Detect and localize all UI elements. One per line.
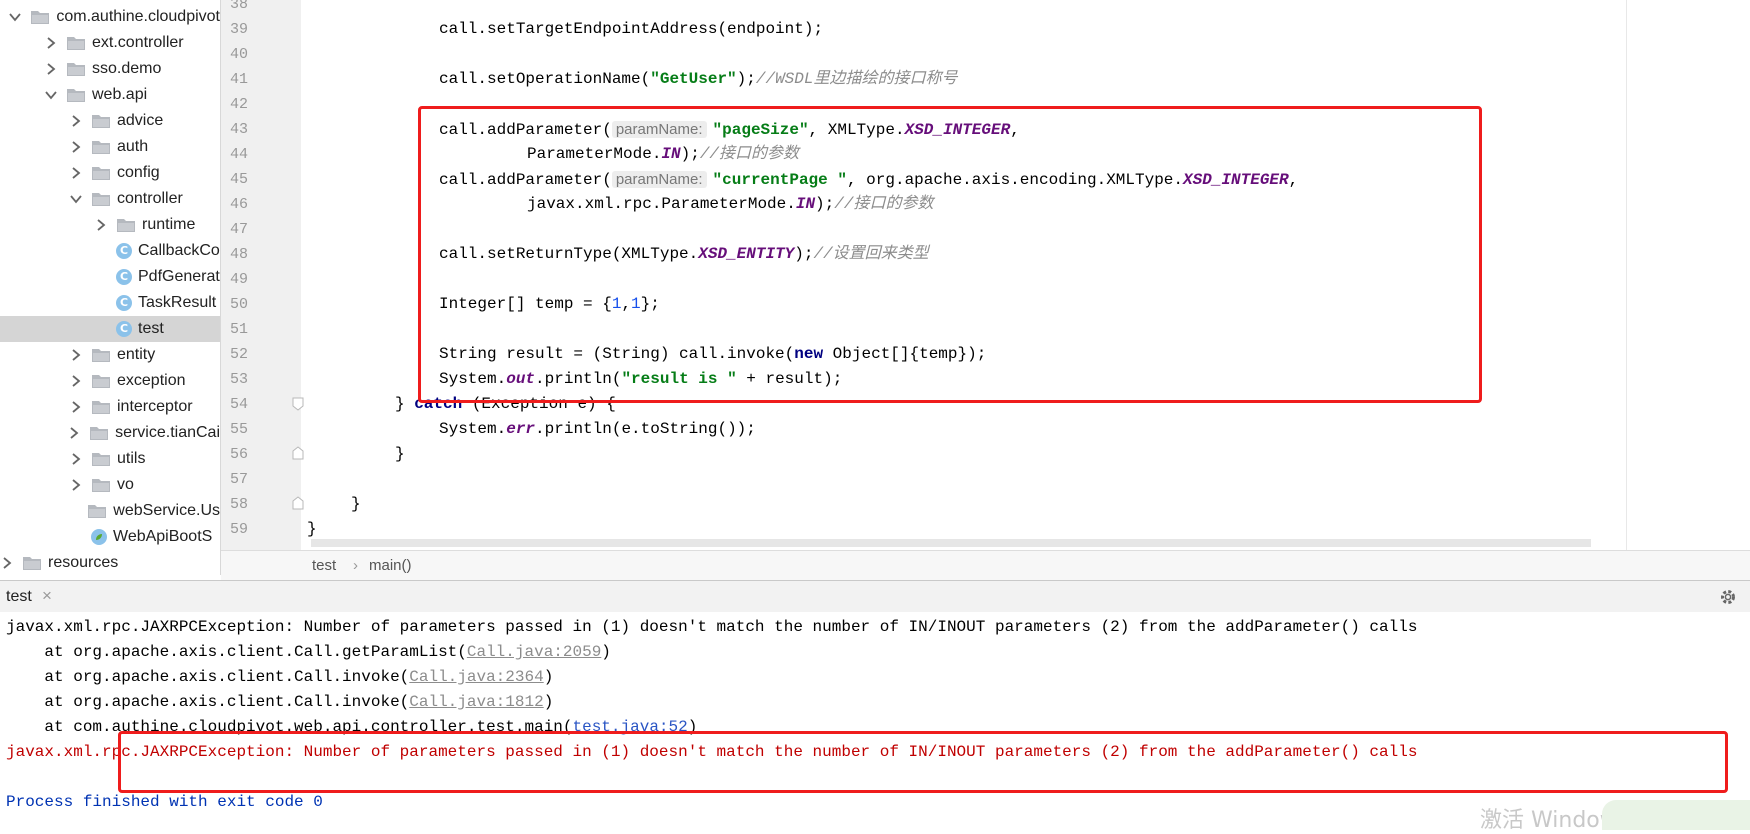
run-panel-header: test × bbox=[0, 580, 1750, 614]
folder-icon bbox=[22, 555, 42, 571]
tree-item[interactable]: resources bbox=[0, 550, 220, 575]
line-number: 41 bbox=[229, 71, 248, 88]
code-line-54: } catch (Exception e) { bbox=[395, 395, 616, 413]
horizontal-scrollbar[interactable] bbox=[311, 539, 1591, 547]
code-line-56: } bbox=[395, 445, 405, 463]
chevron-right-icon[interactable] bbox=[0, 556, 14, 570]
gear-icon[interactable] bbox=[1719, 588, 1737, 606]
tree-item-label: resources bbox=[48, 554, 119, 571]
close-tab-icon[interactable]: × bbox=[42, 586, 52, 606]
param-hint: paramName: bbox=[611, 171, 707, 188]
console-exit-line: Process finished with exit code 0 bbox=[6, 793, 323, 811]
stack-trace-link[interactable]: Call.java:2059 bbox=[467, 643, 601, 661]
code-line-48: call.setReturnType(XMLType.XSD_ENTITY);/… bbox=[439, 245, 929, 263]
line-number: 50 bbox=[229, 296, 248, 313]
watermark-badge bbox=[1602, 800, 1750, 830]
line-number: 38 bbox=[229, 0, 248, 13]
code-line-44: ParameterMode.IN);//接口的参数 bbox=[527, 145, 800, 163]
console-line: at org.apache.axis.client.Call.invoke(Ca… bbox=[6, 668, 554, 686]
line-number: 54 bbox=[229, 396, 248, 413]
line-number: 39 bbox=[229, 21, 248, 38]
line-number: 51 bbox=[229, 321, 248, 338]
console-line: at org.apache.axis.client.Call.getParamL… bbox=[6, 643, 611, 661]
line-number: 40 bbox=[229, 46, 248, 63]
code-editor[interactable]: call.setTargetEndpointAddress(endpoint);… bbox=[301, 0, 1750, 550]
code-line-55: System.err.println(e.toString()); bbox=[439, 420, 756, 438]
code-line-41: call.setOperationName("GetUser");//WSDL里… bbox=[439, 70, 958, 88]
line-number: 48 bbox=[229, 246, 248, 263]
line-number: 49 bbox=[229, 271, 248, 288]
line-number: 59 bbox=[229, 521, 248, 538]
console-line: javax.xml.rpc.JAXRPCException: Number of… bbox=[6, 618, 1418, 636]
line-number: 55 bbox=[229, 421, 248, 438]
code-line-50: Integer[] temp = {1,1}; bbox=[439, 295, 660, 313]
code-line-53: System.out.println("result is " + result… bbox=[439, 370, 843, 388]
console-error-line: javax.xml.rpc.JAXRPCException: Number of… bbox=[6, 743, 1418, 761]
code-line-58: } bbox=[351, 495, 361, 513]
code-line-52: String result = (String) call.invoke(new… bbox=[439, 345, 987, 363]
code-line-39: call.setTargetEndpointAddress(endpoint); bbox=[439, 20, 824, 38]
fold-marker-icon[interactable] bbox=[292, 496, 304, 510]
line-number: 43 bbox=[229, 121, 248, 138]
fold-marker-icon[interactable] bbox=[292, 446, 304, 460]
stack-trace-link[interactable]: test.java:52 bbox=[573, 718, 688, 736]
breadcrumb-method[interactable]: main() bbox=[369, 557, 412, 574]
line-number: 46 bbox=[229, 196, 248, 213]
code-line-46: javax.xml.rpc.ParameterMode.IN);//接口的参数 bbox=[527, 195, 934, 213]
console-line: at com.authine.cloudpivot.web.api.contro… bbox=[6, 718, 698, 736]
breadcrumb: test › main() bbox=[221, 550, 1750, 580]
console-line: at org.apache.axis.client.Call.invoke(Ca… bbox=[6, 693, 554, 711]
breadcrumb-separator: › bbox=[353, 557, 358, 574]
code-line-43: call.addParameter(paramName: "pageSize", … bbox=[439, 121, 1020, 139]
line-number: 47 bbox=[229, 221, 248, 238]
fold-marker-icon[interactable] bbox=[292, 397, 304, 411]
stack-trace-link[interactable]: Call.java:2364 bbox=[409, 668, 543, 686]
line-number: 57 bbox=[229, 471, 248, 488]
line-number: 53 bbox=[229, 371, 248, 388]
line-number: 42 bbox=[229, 96, 248, 113]
run-tab-label[interactable]: test bbox=[6, 588, 32, 606]
param-hint: paramName: bbox=[611, 121, 707, 138]
code-line-45: call.addParameter(paramName: "currentPage… bbox=[439, 171, 1299, 189]
stack-trace-link[interactable]: Call.java:1812 bbox=[409, 693, 543, 711]
line-number: 52 bbox=[229, 346, 248, 363]
right-margin-guide bbox=[1626, 0, 1627, 550]
line-number: 45 bbox=[229, 171, 248, 188]
line-number: 44 bbox=[229, 146, 248, 163]
console-output[interactable]: javax.xml.rpc.JAXRPCException: Number of… bbox=[0, 612, 1750, 833]
breadcrumb-file[interactable]: test bbox=[312, 557, 336, 574]
line-number: 58 bbox=[229, 496, 248, 513]
line-number: 56 bbox=[229, 446, 248, 463]
